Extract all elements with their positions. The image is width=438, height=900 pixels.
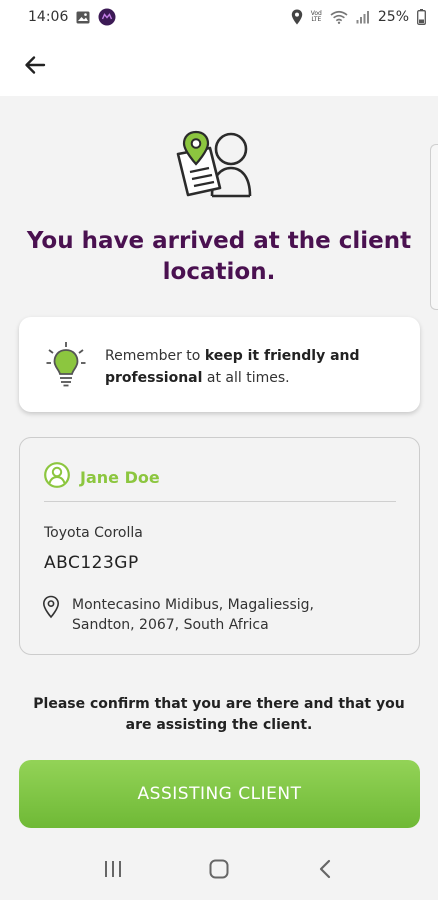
location-person-document-icon bbox=[168, 126, 268, 202]
recent-apps-button[interactable] bbox=[93, 849, 133, 889]
arrow-left-icon bbox=[25, 56, 46, 74]
tip-prefix: Remember to bbox=[105, 348, 205, 364]
license-plate: ABC123GP bbox=[44, 553, 139, 573]
client-details-card: Jane Doe Toyota Corolla ABC123GP Monteca… bbox=[19, 437, 420, 655]
wifi-icon bbox=[330, 10, 348, 24]
back-button[interactable] bbox=[18, 48, 52, 82]
location-status-icon bbox=[291, 9, 303, 25]
tip-suffix: at all times. bbox=[202, 370, 290, 386]
battery-percent: 25% bbox=[377, 9, 409, 25]
tip-message: Remember to keep it friendly and profess… bbox=[105, 345, 405, 389]
assisting-client-button[interactable]: ASSISTING CLIENT bbox=[19, 760, 420, 828]
status-bar: 14:06 Vod LTE 25% bbox=[0, 0, 438, 34]
home-icon bbox=[209, 859, 229, 879]
client-address: Montecasino Midibus, Magaliessig, Sandto… bbox=[72, 597, 314, 633]
divider bbox=[44, 501, 396, 502]
chevron-left-icon bbox=[319, 859, 331, 879]
gallery-notification-icon bbox=[76, 11, 90, 24]
home-button[interactable] bbox=[199, 849, 239, 889]
client-header: Jane Doe bbox=[44, 462, 160, 492]
lightbulb-icon bbox=[46, 341, 86, 387]
status-right: Vod LTE 25% bbox=[291, 9, 426, 25]
user-circle-icon bbox=[44, 462, 70, 492]
status-time: 14:06 bbox=[28, 9, 69, 25]
page-title: You have arrived at the client location. bbox=[26, 228, 412, 285]
status-left: 14:06 bbox=[28, 8, 116, 26]
confirm-instruction: Please confirm that you are there and th… bbox=[33, 696, 405, 733]
battery-icon bbox=[417, 9, 426, 25]
system-nav-bar bbox=[0, 838, 438, 900]
vehicle-model: Toyota Corolla bbox=[44, 525, 143, 541]
recent-apps-icon bbox=[105, 861, 121, 877]
tip-card: Remember to keep it friendly and profess… bbox=[19, 317, 420, 412]
system-back-button[interactable] bbox=[305, 849, 345, 889]
location-pin-icon bbox=[42, 595, 60, 635]
app-notification-icon bbox=[98, 8, 116, 26]
network-label-bottom: LTE bbox=[311, 16, 322, 23]
address-row: Montecasino Midibus, Magaliessig, Sandto… bbox=[42, 595, 372, 635]
network-label: Vod LTE bbox=[311, 11, 322, 23]
client-name: Jane Doe bbox=[80, 467, 160, 487]
app-bar bbox=[0, 34, 438, 96]
signal-icon bbox=[356, 10, 370, 24]
